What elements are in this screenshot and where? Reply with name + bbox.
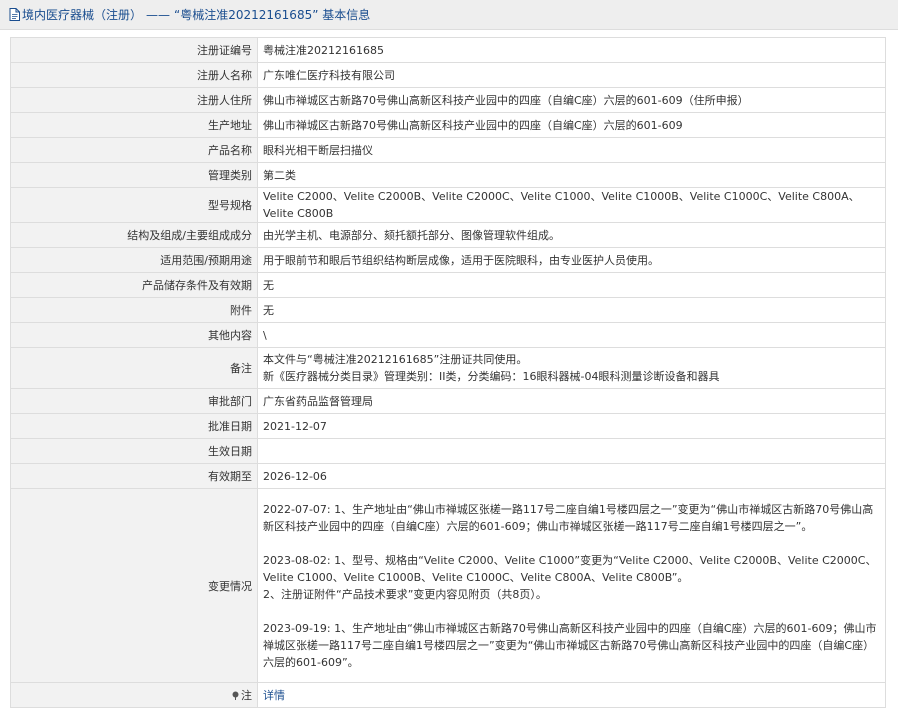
row-value: 用于眼前节和眼后节组织结构断层成像，适用于医院眼科，由专业医护人员使用。 (257, 247, 886, 273)
table-row: 生效日期 (10, 438, 886, 464)
table-row: 注册人住所 佛山市禅城区古新路70号佛山高新区科技产业园中的四座（自编C座）六层的… (10, 87, 886, 113)
change-entry-3: 2023-09-19: 1、生产地址由“佛山市禅城区古新路70号佛山高新区科技产… (263, 621, 877, 669)
row-label: 生产地址 (10, 112, 258, 138)
row-label: 产品储存条件及有效期 (10, 272, 258, 298)
details-link[interactable]: 详情 (263, 689, 285, 702)
row-value: 无 (257, 272, 886, 298)
row-value: \ (257, 322, 886, 348)
row-label: 注册证编号 (10, 37, 258, 63)
row-value: 广东唯仁医疗科技有限公司 (257, 62, 886, 88)
row-value: 眼科光相干断层扫描仪 (257, 137, 886, 163)
row-value: 无 (257, 297, 886, 323)
table-row: 产品储存条件及有效期无 (10, 272, 886, 298)
row-value: 佛山市禅城区古新路70号佛山高新区科技产业园中的四座（自编C座）六层的601-6… (257, 112, 886, 138)
header-separator: —— (146, 7, 171, 22)
table-row: 附件无 (10, 297, 886, 323)
table-row-changes: 变更情况 2022-07-07: 1、生产地址由“佛山市禅城区张槎一路117号二… (10, 488, 886, 683)
table-row: 产品名称 眼科光相干断层扫描仪 (10, 137, 886, 163)
change-entry-2: 2023-08-02: 1、型号、规格由“Velite C2000、Velite… (263, 553, 877, 584)
row-value: 2021-12-07 (257, 413, 886, 439)
row-value: Velite C2000、Velite C2000B、Velite C2000C… (257, 187, 886, 223)
row-label-note: 注 (10, 682, 258, 708)
page-header: 境内医疗器械（注册） —— “粤械注准20212161685” 基本信息 (0, 0, 898, 30)
row-value (257, 438, 886, 464)
row-label: 批准日期 (10, 413, 258, 439)
table-row: 审批部门 广东省药品监督管理局 (10, 388, 886, 414)
row-value-note: 详情 (257, 682, 886, 708)
change-entry-2-item-2: 2、注册证附件“产品技术要求”变更内容见附页（共8页）。 (263, 587, 547, 601)
change-entry-1: 2022-07-07: 1、生产地址由“佛山市禅城区张槎一路117号二座自编1号… (263, 502, 874, 533)
table-row: 注册证编号 粤械注准20212161685 (10, 37, 886, 63)
row-label: 产品名称 (10, 137, 258, 163)
table-row: 结构及组成/主要组成成分 由光学主机、电源部分、颏托额托部分、图像管理软件组成。 (10, 222, 886, 248)
row-value: 佛山市禅城区古新路70号佛山高新区科技产业园中的四座（自编C座）六层的601-6… (257, 87, 886, 113)
row-label: 适用范围/预期用途 (10, 247, 258, 273)
header-category: 境内医疗器械（注册） (22, 8, 143, 22)
row-label: 有效期至 (10, 463, 258, 489)
row-value-changes: 2022-07-07: 1、生产地址由“佛山市禅城区张槎一路117号二座自编1号… (257, 488, 886, 683)
row-label: 附件 (10, 297, 258, 323)
table-row: 生产地址 佛山市禅城区古新路70号佛山高新区科技产业园中的四座（自编C座）六层的6… (10, 112, 886, 138)
table-row: 批准日期 2021-12-07 (10, 413, 886, 439)
row-value: 第二类 (257, 162, 886, 188)
table-row: 管理类别 第二类 (10, 162, 886, 188)
table-row: 适用范围/预期用途 用于眼前节和眼后节组织结构断层成像，适用于医院眼科，由专业医护… (10, 247, 886, 273)
document-icon (9, 8, 20, 21)
row-label: 型号规格 (10, 187, 258, 223)
pin-icon (232, 691, 239, 700)
table-row-remark: 备注 本文件与“粤械注准20212161685”注册证共同使用。 新《医疗器械分… (10, 347, 886, 389)
row-label: 变更情况 (10, 488, 258, 683)
row-label: 注册人名称 (10, 62, 258, 88)
row-value: 2026-12-06 (257, 463, 886, 489)
row-value: 广东省药品监督管理局 (257, 388, 886, 414)
row-label: 管理类别 (10, 162, 258, 188)
table-row: 有效期至 2026-12-06 (10, 463, 886, 489)
row-label: 结构及组成/主要组成成分 (10, 222, 258, 248)
table-row: 注册人名称 广东唯仁医疗科技有限公司 (10, 62, 886, 88)
row-label: 备注 (10, 347, 258, 389)
row-label: 其他内容 (10, 322, 258, 348)
note-label: 注 (241, 689, 252, 702)
header-title: “粤械注准20212161685” 基本信息 (174, 8, 371, 22)
table-row: 其他内容 \ (10, 322, 886, 348)
row-label: 审批部门 (10, 388, 258, 414)
row-value: 由光学主机、电源部分、颏托额托部分、图像管理软件组成。 (257, 222, 886, 248)
remark-line-1: 本文件与“粤械注准20212161685”注册证共同使用。 (263, 353, 528, 366)
table-row: 型号规格 Velite C2000、Velite C2000B、Velite C2… (10, 187, 886, 223)
row-label: 注册人住所 (10, 87, 258, 113)
row-label: 生效日期 (10, 438, 258, 464)
table-row-note: 注 详情 (10, 682, 886, 708)
remark-line-2: 新《医疗器械分类目录》管理类别：II类，分类编码：16眼科器械-04眼科测量诊断… (263, 370, 720, 383)
info-table: 注册证编号 粤械注准20212161685 注册人名称 广东唯仁医疗科技有限公司 注册人… (10, 37, 886, 708)
row-value-remark: 本文件与“粤械注准20212161685”注册证共同使用。 新《医疗器械分类目录… (257, 347, 886, 389)
row-value: 粤械注准20212161685 (257, 37, 886, 63)
